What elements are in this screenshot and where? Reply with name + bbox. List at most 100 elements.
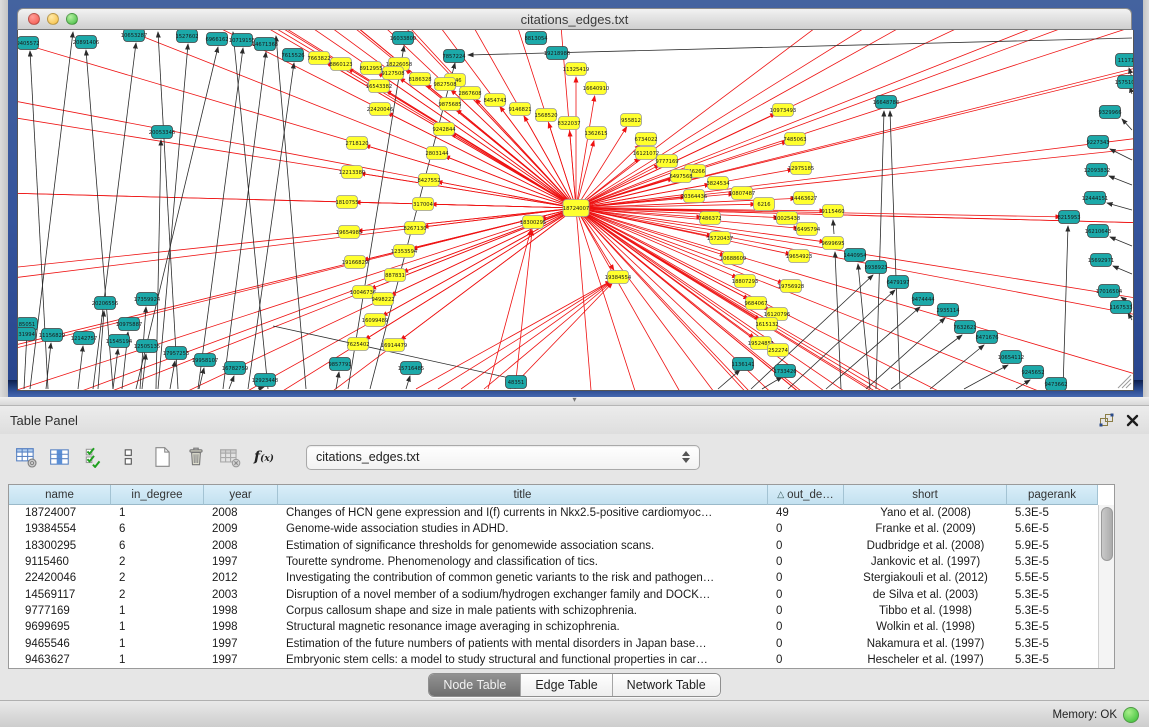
new-column-icon[interactable] — [148, 442, 176, 472]
graph-edge — [1016, 380, 1030, 389]
table-scrollbar[interactable] — [1098, 505, 1114, 668]
graph-edge — [276, 36, 306, 389]
delete-column-icon[interactable] — [182, 442, 210, 472]
table-tabbar: Node TableEdge TableNetwork Table — [0, 669, 1149, 701]
graph-node-label: 9473662 — [1044, 382, 1067, 388]
cell: 1 — [111, 605, 204, 617]
cell: 0 — [768, 589, 844, 601]
table-mode-icon[interactable] — [12, 442, 40, 472]
zoom-window-button[interactable] — [66, 13, 78, 25]
cell: 1997 — [204, 556, 278, 568]
graph-node-label: 7663822 — [307, 56, 330, 62]
table-panel: Table Panel — [0, 406, 1149, 700]
table-row[interactable]: 969969511998Structural magnetic resonanc… — [9, 619, 1114, 635]
table-row[interactable]: 946554611997Estimation of the future num… — [9, 635, 1114, 651]
minimize-window-button[interactable] — [47, 13, 59, 25]
table-row[interactable]: 1938455462009Genome-wide association stu… — [9, 521, 1114, 537]
status-bar: Memory: OK — [0, 700, 1149, 727]
cell: 5.9E-5 — [1007, 540, 1098, 552]
table-tabs: Node TableEdge TableNetwork Table — [428, 673, 720, 697]
cell: 2012 — [204, 572, 278, 584]
column-header-name[interactable]: name — [9, 485, 111, 505]
table-row[interactable]: 1830029562008Estimation of significance … — [9, 538, 1114, 554]
scrollbar-thumb[interactable] — [1101, 507, 1113, 561]
column-header-title[interactable]: title — [278, 485, 768, 505]
cell: Embryonic stem cells: a model to study s… — [278, 654, 768, 666]
memory-ok-indicator — [1123, 707, 1139, 723]
table-row[interactable]: 1456911722003Disruption of a novel membe… — [9, 586, 1114, 602]
tab-node-table[interactable]: Node Table — [429, 674, 521, 696]
table-row[interactable]: 2242004622012Investigating the contribut… — [9, 570, 1114, 586]
table-row[interactable]: 911546021997Tourette syndrome. Phenomeno… — [9, 554, 1114, 570]
graph-edge — [484, 282, 612, 389]
cell: 6 — [111, 523, 204, 535]
graph-node-label: 2718120 — [345, 141, 368, 147]
graph-node-label: 10973493 — [770, 108, 796, 114]
graph-edge — [400, 208, 576, 340]
table-row[interactable]: 1872400712008Changes of HCN gene express… — [9, 505, 1114, 521]
function-builder-icon[interactable]: f(x) — [250, 442, 278, 472]
graph-node-label: 6216 — [757, 202, 770, 208]
splitter-grip-icon[interactable]: ▾ — [572, 396, 576, 404]
column-header-out_de[interactable]: △out_de… — [768, 485, 844, 505]
graph-edge — [158, 32, 178, 389]
cell: Structural magnetic resonance image aver… — [278, 621, 768, 633]
cell: 1997 — [204, 654, 278, 666]
graph-node-label: 9474444 — [911, 297, 935, 303]
cell: 5.6E-5 — [1007, 523, 1098, 535]
cell: 1 — [111, 507, 204, 519]
graph-edge — [576, 208, 1061, 217]
close-panel-icon[interactable] — [1126, 414, 1139, 427]
compact-rows-icon[interactable] — [114, 442, 142, 472]
graph-node-label: 12093832 — [1084, 168, 1110, 174]
column-header-year[interactable]: year — [204, 485, 278, 505]
row-select-icon[interactable] — [80, 442, 108, 472]
panel-splitter[interactable]: ▾ — [0, 397, 1149, 406]
graph-node-label: 7632621 — [953, 325, 976, 331]
column-display-icon[interactable] — [46, 442, 74, 472]
network-canvas[interactable]: 9405572208914061065328715276026966162107… — [17, 30, 1134, 391]
graph-node-label: 16495794 — [794, 227, 821, 233]
cell: 5.3E-5 — [1007, 605, 1098, 617]
tab-network-table[interactable]: Network Table — [613, 674, 720, 696]
column-header-in_degree[interactable]: in_degree — [111, 485, 204, 505]
graph-edge — [142, 354, 146, 389]
graph-node-label: 12353594 — [391, 249, 418, 255]
tab-edge-table[interactable]: Edge Table — [521, 674, 612, 696]
graph-node-label: 6734022 — [634, 137, 657, 143]
cell: 5.3E-5 — [1007, 507, 1098, 519]
graph-node-label: 19654985 — [336, 230, 362, 236]
table-select-value: citations_edges.txt — [307, 450, 677, 464]
graph-node-label: 9227343 — [1086, 140, 1109, 146]
graph-node-label: 12444151 — [1082, 196, 1108, 202]
network-window-titlebar[interactable]: citations_edges.txt — [17, 8, 1132, 30]
table-select-dropdown[interactable]: citations_edges.txt — [306, 445, 700, 470]
graph-node-label: 19218986 — [544, 51, 570, 57]
table-toolbar: f(x) citations_edges.txt — [0, 434, 1149, 480]
graph-node-label: 8938923 — [864, 265, 887, 271]
graph-node-label: 6497568 — [669, 174, 692, 180]
cell: 0 — [768, 654, 844, 666]
cell: Yano et al. (2008) — [844, 507, 1007, 519]
graph-node-label: 931994 — [18, 332, 36, 338]
column-header-pagerank[interactable]: pagerank — [1007, 485, 1098, 505]
graph-node-label: 10688609 — [720, 256, 746, 262]
graph-edge — [826, 307, 920, 389]
network-window-area: citations_edges.txt 94055722089140610653… — [0, 0, 1149, 397]
table-row[interactable]: 977716911998Corpus callosum shape and si… — [9, 603, 1114, 619]
cell: 1998 — [204, 605, 278, 617]
cell: Stergiakouli et al. (2012) — [844, 572, 1007, 584]
graph-node-label: 9777169 — [655, 159, 678, 165]
graph-node-label: 16640910 — [583, 86, 609, 92]
graph-edge — [461, 282, 611, 389]
float-panel-icon[interactable] — [1099, 413, 1114, 427]
cell: 2 — [111, 589, 204, 601]
graph-node-label: 9245652 — [1021, 370, 1044, 376]
graph-node-label: 9329966 — [1098, 110, 1121, 116]
column-header-short[interactable]: short — [844, 485, 1007, 505]
table-row[interactable]: 946362711997Embryonic stem cells: a mode… — [9, 652, 1114, 668]
citation-network-graph[interactable]: 9405572208914061065328715276026966162107… — [18, 30, 1133, 390]
close-window-button[interactable] — [28, 13, 40, 25]
graph-edge — [170, 361, 175, 389]
graph-node-label: 3824534 — [706, 181, 730, 187]
